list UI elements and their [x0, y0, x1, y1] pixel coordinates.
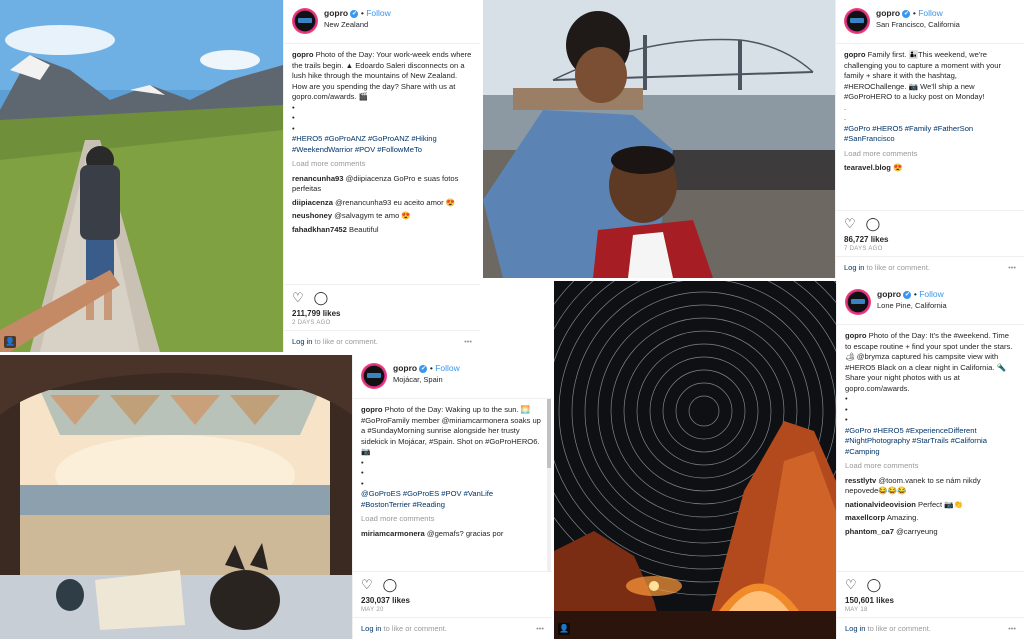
location[interactable]: New Zealand	[324, 19, 391, 30]
action-bar: ♡ ◯	[837, 571, 1024, 595]
comment-icon[interactable]: ◯	[383, 577, 398, 593]
post-panel: gopro ✔ • Follow Lone Pine, California g…	[836, 281, 1024, 639]
verified-icon: ✔	[902, 9, 911, 18]
like-count[interactable]: 86,727 likes	[836, 234, 1024, 246]
comments-section[interactable]: gopro Family first. 👨‍👦This weekend, we'…	[836, 44, 1024, 210]
follow-button[interactable]: Follow	[919, 289, 944, 299]
user-tag-icon[interactable]: 👤	[558, 623, 570, 635]
post-lone-pine: 👤 gopro ✔ • Follow Lone Pine, California…	[554, 281, 1024, 639]
location[interactable]: Lone Pine, California	[877, 300, 947, 311]
load-more-comments[interactable]: Load more comments	[844, 149, 1016, 160]
location[interactable]: Mojácar, Spain	[393, 374, 460, 385]
post-mojacar: gopro ✔ • Follow Mojácar, Spain gopro Ph…	[0, 355, 552, 639]
like-count[interactable]: 211,799 likes	[284, 308, 480, 320]
post-header: gopro ✔ • Follow Mojácar, Spain	[353, 355, 552, 399]
post-date: MAY 18	[845, 607, 868, 613]
post-header: gopro ✔ • Follow San Francisco, Californ…	[836, 0, 1024, 44]
comments-section[interactable]: gopro Photo of the Day: It's the #weeken…	[837, 325, 1024, 571]
caption: gopro Photo of the Day: It's the #weeken…	[845, 331, 1013, 393]
post-photo-star-trails[interactable]: 👤	[554, 281, 836, 639]
caption: gopro Photo of the Day: Waking up to the…	[361, 405, 541, 456]
follow-button[interactable]: Follow	[918, 8, 943, 18]
comment: diipiacenza @renancunha93 eu aceito amor…	[292, 197, 456, 207]
username[interactable]: gopro	[324, 8, 348, 18]
caption: gopro Family first. 👨‍👦This weekend, we'…	[844, 50, 1002, 101]
verified-icon: ✔	[419, 364, 428, 373]
comments-section[interactable]: gopro Photo of the Day: Waking up to the…	[353, 399, 552, 571]
comment: tearavel.blog 😍	[844, 163, 903, 172]
comment-icon[interactable]: ◯	[866, 216, 881, 232]
post-san-francisco: gopro ✔ • Follow San Francisco, Californ…	[483, 0, 1024, 278]
login-link[interactable]: Log in	[292, 337, 312, 346]
comment-icon[interactable]: ◯	[867, 577, 882, 593]
load-more-comments[interactable]: Load more comments	[845, 461, 1016, 472]
more-options-icon[interactable]: •••	[1008, 263, 1016, 272]
avatar[interactable]	[361, 363, 387, 389]
like-count[interactable]: 150,601 likes	[837, 595, 1024, 607]
caption: gopro Photo of the Day: Your work-week e…	[292, 50, 472, 101]
comment: phantom_ca7 @carryeung	[845, 526, 938, 536]
hashtags[interactable]: #GoPro #HERO5 #ExperienceDifferent #Nigh…	[845, 426, 1016, 458]
login-link[interactable]: Log in	[845, 624, 865, 633]
username[interactable]: gopro	[876, 8, 900, 18]
comment: maxellcorp Amazing.	[845, 513, 919, 522]
like-count[interactable]: 230,037 likes	[353, 595, 552, 607]
post-photo-van[interactable]	[0, 355, 352, 639]
login-bar: Log in to like or comment. •••	[836, 256, 1024, 278]
action-bar: ♡ ◯	[284, 284, 480, 308]
follow-button[interactable]: Follow	[366, 8, 391, 18]
post-new-zealand: 👤 gopro ✔ • Follow New Zealand gopro Pho…	[0, 0, 480, 352]
comments-scrollbar[interactable]	[547, 399, 551, 571]
comment: fahadkhan7452 Beautiful	[292, 224, 379, 234]
action-bar: ♡ ◯	[836, 210, 1024, 234]
post-date: MAY 20	[361, 607, 384, 613]
load-more-comments[interactable]: Load more comments	[361, 514, 544, 525]
comment: nationalvideovision Perfect 📷👏	[845, 499, 964, 509]
location[interactable]: San Francisco, California	[876, 19, 960, 30]
post-panel: gopro ✔ • Follow Mojácar, Spain gopro Ph…	[352, 355, 552, 639]
action-bar: ♡ ◯	[353, 571, 552, 595]
heart-icon[interactable]: ♡	[361, 577, 373, 593]
more-options-icon[interactable]: •••	[1008, 624, 1016, 633]
verified-icon: ✔	[903, 290, 912, 299]
avatar[interactable]	[292, 8, 318, 34]
post-photo-family[interactable]	[483, 0, 835, 278]
hashtags[interactable]: #GoPro #HERO5 #Family #FatherSon #SanFra…	[844, 124, 1016, 145]
more-options-icon[interactable]: •••	[464, 337, 472, 346]
hashtags[interactable]: @GoProES #GoProES #POV #VanLife #BostonT…	[361, 489, 544, 510]
more-options-icon[interactable]: •••	[536, 624, 544, 633]
avatar[interactable]	[844, 8, 870, 34]
login-bar: Log in to like or comment. •••	[353, 617, 552, 639]
login-bar: Log in to like or comment. •••	[284, 330, 480, 352]
post-header: gopro ✔ • Follow Lone Pine, California	[837, 281, 1024, 325]
heart-icon[interactable]: ♡	[845, 577, 857, 593]
verified-icon: ✔	[350, 9, 359, 18]
post-date: 7 DAYS AGO	[844, 246, 883, 252]
post-date: 2 DAYS AGO	[292, 320, 331, 326]
heart-icon[interactable]: ♡	[292, 290, 304, 306]
post-header: gopro ✔ • Follow New Zealand	[284, 0, 480, 44]
post-panel: gopro ✔ • Follow San Francisco, Californ…	[835, 0, 1024, 278]
post-panel: gopro ✔ • Follow New Zealand gopro Photo…	[283, 0, 480, 352]
username[interactable]: gopro	[393, 363, 417, 373]
comment: renancunha93 @diipiacenza GoPro e suas f…	[292, 173, 459, 194]
comment: miriamcarmonera @gemafs? gracias por	[361, 528, 504, 538]
post-photo-hiker[interactable]: 👤	[0, 0, 283, 352]
load-more-comments[interactable]: Load more comments	[292, 159, 472, 170]
collage: 👤 gopro ✔ • Follow New Zealand gopro Pho…	[0, 0, 1024, 639]
hashtags[interactable]: #HERO5 #GoProANZ #GoProANZ #Hiking #Week…	[292, 134, 472, 155]
user-tag-icon[interactable]: 👤	[4, 336, 16, 348]
avatar[interactable]	[845, 289, 871, 315]
follow-button[interactable]: Follow	[435, 363, 460, 373]
comment-icon[interactable]: ◯	[314, 290, 329, 306]
login-link[interactable]: Log in	[844, 263, 864, 272]
heart-icon[interactable]: ♡	[844, 216, 856, 232]
username[interactable]: gopro	[877, 289, 901, 299]
login-bar: Log in to like or comment. •••	[837, 617, 1024, 639]
login-link[interactable]: Log in	[361, 624, 381, 633]
comment: resstlytv @toom.vanek to se nám nikdy ne…	[845, 475, 981, 496]
comments-section[interactable]: gopro Photo of the Day: Your work-week e…	[284, 44, 480, 284]
comment: neushoney @salvagym te amo 😍	[292, 211, 411, 220]
